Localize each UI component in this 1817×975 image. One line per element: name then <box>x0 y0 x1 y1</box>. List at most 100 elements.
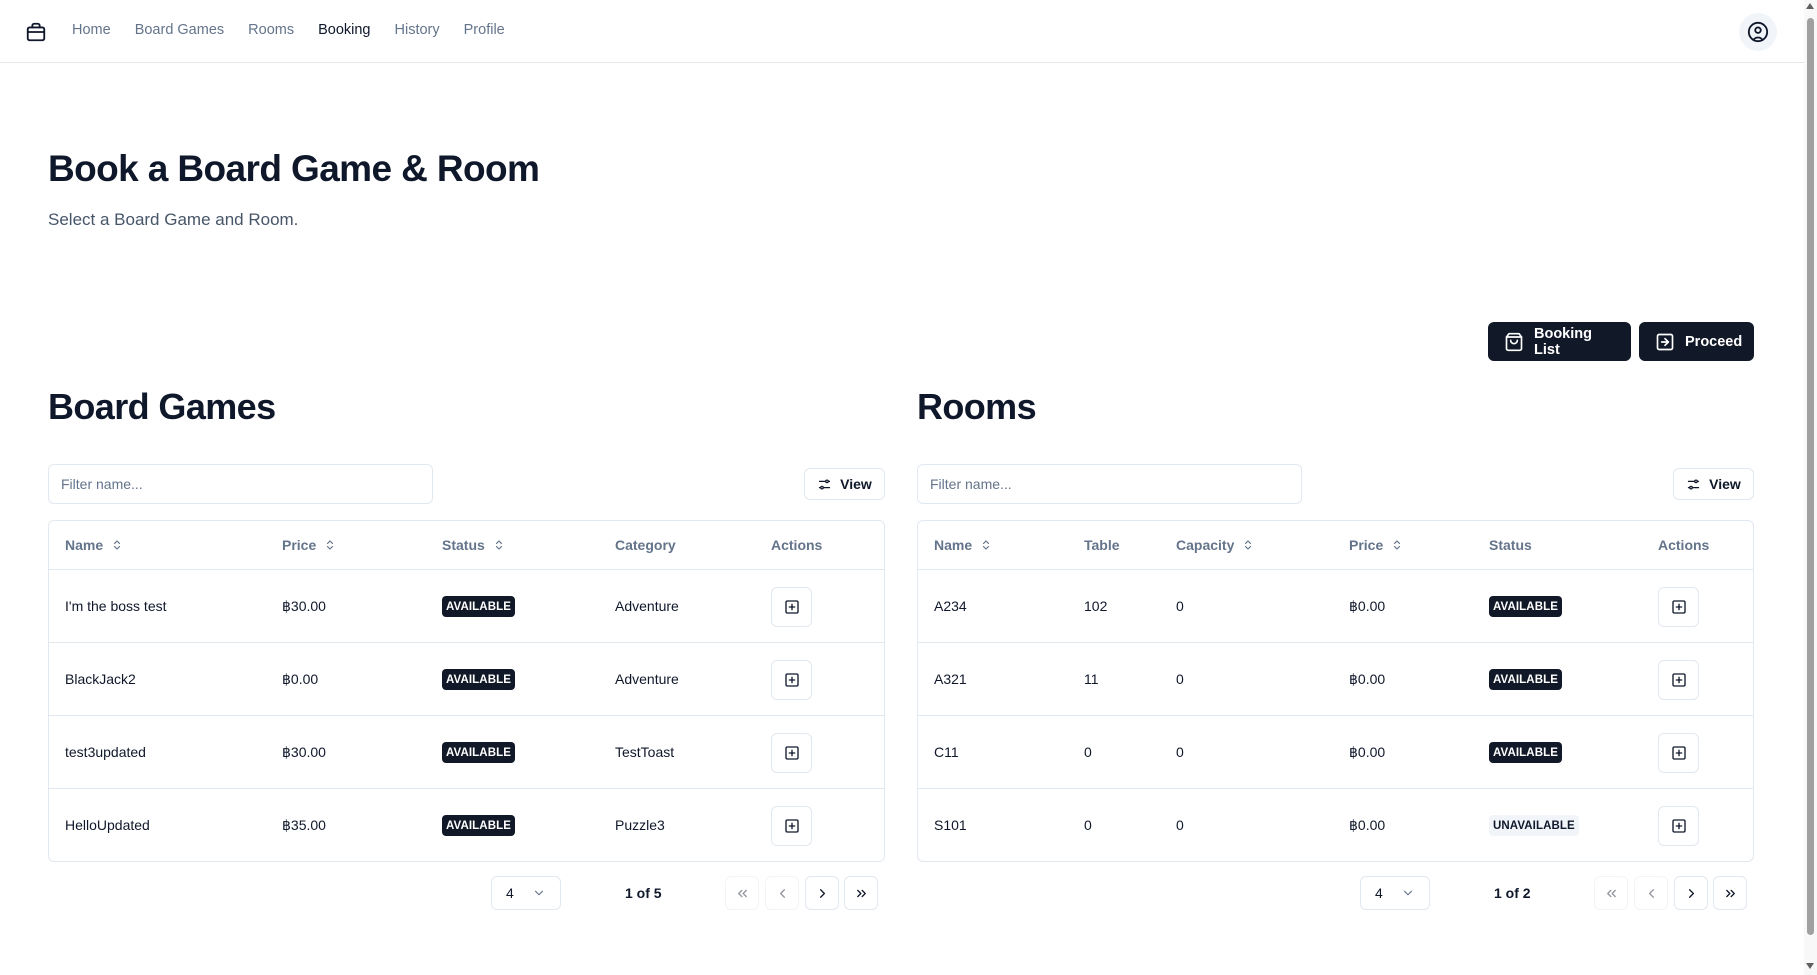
add-to-booking-button[interactable] <box>1658 660 1699 700</box>
plus-square-icon <box>784 818 800 834</box>
cell-category: Adventure <box>615 671 679 687</box>
rooms-view-button[interactable]: View <box>1673 468 1754 500</box>
table-row: A234 102 0 ฿0.00 AVAILABLE <box>918 570 1753 643</box>
column-table: Table <box>1084 537 1120 553</box>
cell-name: A234 <box>934 598 967 614</box>
chevrons-right-icon <box>1723 886 1738 901</box>
cell-price: ฿30.00 <box>282 598 326 614</box>
cell-name: A321 <box>934 671 967 687</box>
proceed-button[interactable]: Proceed <box>1639 322 1754 361</box>
column-price[interactable]: Price <box>282 537 336 553</box>
chevrons-up-down-icon <box>980 539 992 551</box>
status-badge: AVAILABLE <box>442 596 515 617</box>
cell-category: Puzzle3 <box>615 817 665 833</box>
plus-square-icon <box>1671 818 1687 834</box>
plus-square-icon <box>1671 672 1687 688</box>
rooms-next-page-button[interactable] <box>1674 876 1708 910</box>
cell-price: ฿0.00 <box>1349 598 1386 614</box>
cell-capacity: 0 <box>1176 598 1184 614</box>
column-label: Name <box>934 537 973 553</box>
status-badge: AVAILABLE <box>442 742 515 763</box>
add-to-booking-button[interactable] <box>1658 733 1699 773</box>
nav-link-booking[interactable]: Booking <box>318 22 370 38</box>
board-games-title: Board Games <box>48 386 276 427</box>
column-status[interactable]: Status <box>442 537 505 553</box>
page-size-value: 4 <box>506 885 514 901</box>
chevrons-up-down-icon <box>493 539 505 551</box>
rooms-prev-page-button[interactable] <box>1634 876 1668 910</box>
cell-price: ฿0.00 <box>282 671 319 687</box>
cell-price: ฿35.00 <box>282 817 326 833</box>
board-games-page-info: 1 of 5 <box>625 885 662 901</box>
plus-square-icon <box>784 745 800 761</box>
nav-link-board-games[interactable]: Board Games <box>135 22 224 38</box>
table-row: A321 11 0 ฿0.00 AVAILABLE <box>918 643 1753 716</box>
board-games-last-page-button[interactable] <box>844 876 878 910</box>
plus-square-icon <box>784 672 800 688</box>
rooms-first-page-button[interactable] <box>1594 876 1628 910</box>
table-row: test3updated ฿30.00 AVAILABLE TestToast <box>49 716 884 789</box>
cell-name: HelloUpdated <box>65 817 150 833</box>
column-capacity[interactable]: Capacity <box>1176 537 1254 553</box>
board-games-filter-input[interactable] <box>48 464 433 504</box>
nav-link-history[interactable]: History <box>395 22 440 38</box>
column-label: Name <box>65 537 104 553</box>
cell-category: TestToast <box>615 744 675 760</box>
status-badge: AVAILABLE <box>1489 669 1562 690</box>
column-price[interactable]: Price <box>1349 537 1403 553</box>
chevron-right-icon <box>815 886 830 901</box>
booking-list-label: Booking List <box>1534 325 1592 358</box>
user-menu-button[interactable] <box>1739 13 1777 51</box>
add-to-booking-button[interactable] <box>771 587 812 627</box>
add-to-booking-button[interactable] <box>771 660 812 700</box>
chevrons-left-icon <box>1604 886 1619 901</box>
view-label: View <box>840 476 872 492</box>
board-games-next-page-button[interactable] <box>805 876 839 910</box>
chevrons-up-down-icon <box>1391 539 1403 551</box>
column-name[interactable]: Name <box>65 537 123 553</box>
column-actions: Actions <box>771 537 823 553</box>
add-to-booking-button[interactable] <box>771 733 812 773</box>
view-label: View <box>1709 476 1741 492</box>
plus-square-icon <box>784 599 800 615</box>
cell-name: S101 <box>934 817 967 833</box>
rooms-page-size-select[interactable]: 4 <box>1360 876 1430 910</box>
cell-price: ฿0.00 <box>1349 817 1386 833</box>
page-scrollbar[interactable] <box>1804 0 1817 975</box>
shopping-bag-icon <box>1504 332 1524 352</box>
sliders-icon <box>817 477 832 492</box>
nav-link-rooms[interactable]: Rooms <box>248 22 294 38</box>
booking-list-button[interactable]: Booking List <box>1488 322 1631 361</box>
rooms-last-page-button[interactable] <box>1713 876 1747 910</box>
column-status: Status <box>1489 537 1532 553</box>
scroll-thumb[interactable] <box>1807 18 1814 935</box>
status-badge: AVAILABLE <box>442 669 515 690</box>
table-row: HelloUpdated ฿35.00 AVAILABLE Puzzle3 <box>49 789 884 861</box>
chevrons-right-icon <box>854 886 869 901</box>
board-games-page-size-select[interactable]: 4 <box>491 876 561 910</box>
sliders-icon <box>1686 477 1701 492</box>
rooms-page-info: 1 of 2 <box>1494 885 1531 901</box>
scroll-up-icon[interactable] <box>1806 3 1814 9</box>
arrow-right-square-icon <box>1655 332 1675 352</box>
chevrons-up-down-icon <box>324 539 336 551</box>
box-icon[interactable] <box>25 21 47 43</box>
column-actions: Actions <box>1658 537 1710 553</box>
scroll-down-icon[interactable] <box>1806 963 1814 969</box>
table-header: Name Price Status Category Actions <box>49 521 884 570</box>
chevron-down-icon <box>1401 886 1415 900</box>
nav-link-home[interactable]: Home <box>72 22 111 38</box>
nav-link-profile[interactable]: Profile <box>464 22 505 38</box>
cell-price: ฿0.00 <box>1349 744 1386 760</box>
board-games-prev-page-button[interactable] <box>765 876 799 910</box>
add-to-booking-button[interactable] <box>1658 806 1699 846</box>
status-badge: AVAILABLE <box>442 815 515 836</box>
board-games-first-page-button[interactable] <box>725 876 759 910</box>
rooms-filter-input[interactable] <box>917 464 1302 504</box>
add-to-booking-button[interactable] <box>771 806 812 846</box>
add-to-booking-button[interactable] <box>1658 587 1699 627</box>
chevron-right-icon <box>1684 886 1699 901</box>
board-games-view-button[interactable]: View <box>804 468 885 500</box>
column-label: Status <box>442 537 485 553</box>
column-name[interactable]: Name <box>934 537 992 553</box>
